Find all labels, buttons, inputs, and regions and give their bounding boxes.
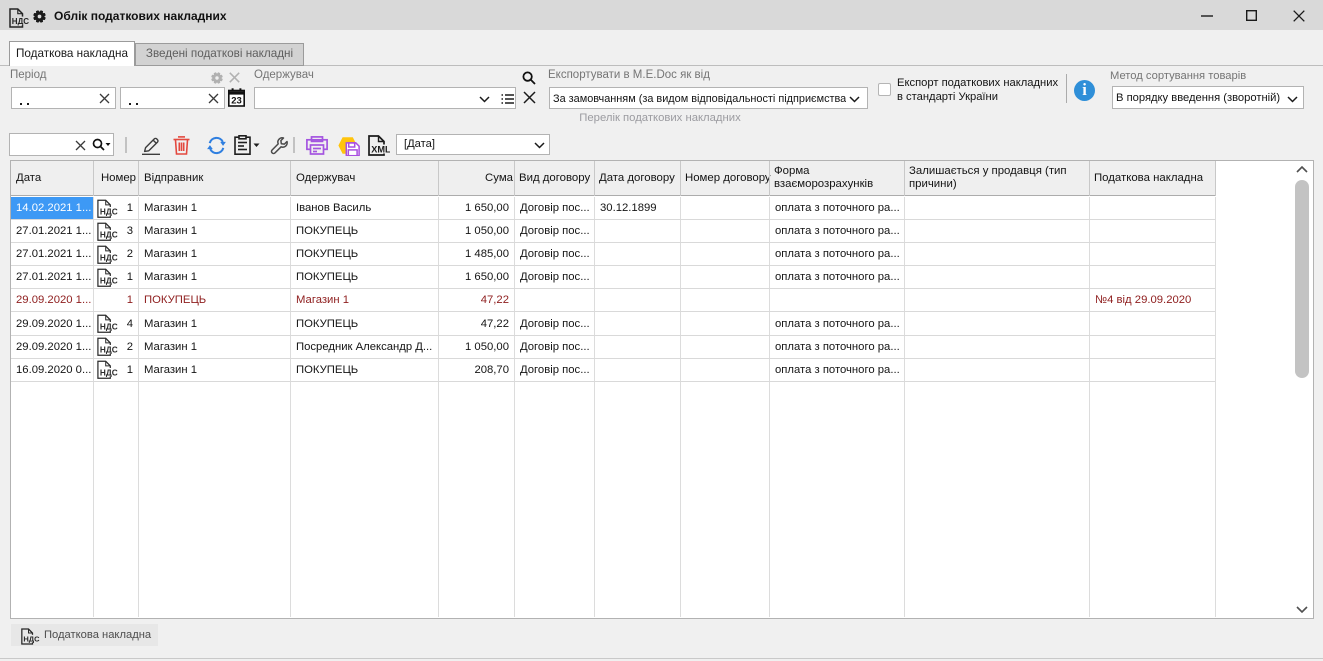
svg-text:XML: XML <box>371 145 390 155</box>
svg-text:НДС: НДС <box>23 634 40 643</box>
svg-text:23: 23 <box>231 96 242 107</box>
svg-text:НДС: НДС <box>12 17 29 26</box>
